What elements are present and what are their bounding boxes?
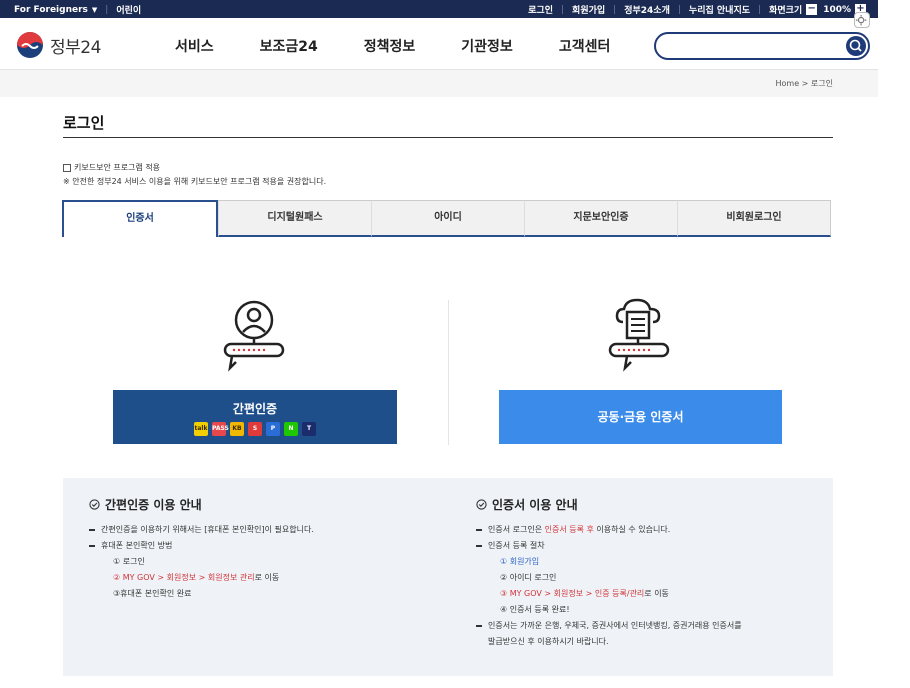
search-icon (849, 39, 862, 52)
keyboard-security-note: ※ 안전한 정부24 서비스 이용을 위해 키보드보안 프로그램 적용을 권장합… (63, 177, 327, 186)
simple-auth-label: 간편인증 (232, 402, 278, 416)
sitemap-link[interactable]: 누리집 안내지도 (689, 3, 750, 16)
guide-title-text: 인증서 이용 안내 (492, 498, 578, 512)
keyboard-security-checkbox[interactable] (63, 163, 71, 172)
toss-icon: T (302, 422, 316, 436)
keyboard-security-label: 키보드보안 프로그램 적용 (74, 163, 161, 172)
naver-icon: N (284, 422, 298, 436)
about-link[interactable]: 정부24소개 (624, 3, 670, 16)
text-part: 인증서 로그인은 (488, 525, 545, 534)
divider: | (677, 4, 681, 15)
list-item: ② 아이디 로그인 (500, 573, 557, 582)
list-item: ④ 인증서 등록 완료! (500, 605, 570, 614)
list-item: ① 로그인 (113, 557, 145, 566)
list-item: ③휴대폰 본인확인 완료 (113, 589, 192, 598)
logo-text: 정부24 (50, 37, 101, 58)
certificate-guide-title: 인증서 이용 안내 (476, 496, 578, 513)
path-suffix: 로 이동 (644, 589, 669, 598)
divider: | (105, 4, 109, 15)
page-title: 로그인 (63, 114, 105, 132)
certificate-guide-list: 인증서 로그인은 인증서 등록 후 이용하실 수 있습니다. 인증서 등록 절차… (476, 522, 826, 650)
path-highlight: ② MY GOV > 회원정보 > 회원정보 관리 (113, 573, 255, 582)
text-highlight: 인증서 등록 후 (544, 525, 594, 534)
check-circle-icon (476, 499, 487, 510)
list-item: 휴대폰 본인확인 방법 (89, 538, 429, 554)
text-part: 인증서는 가까운 은행, 우체국, 증권사에서 인터넷뱅킹, 증권거래용 인증서… (488, 621, 742, 630)
guide-panel: 간편인증 이용 안내 간편인증을 이용하기 위해서는 [휴대폰 본인확인]이 필… (63, 478, 833, 676)
simple-auth-guide-list: 간편인증을 이용하기 위해서는 [휴대폰 본인확인]이 필요합니다. 휴대폰 본… (89, 522, 429, 602)
signup-link[interactable]: 회원가입 (572, 3, 605, 16)
keyboard-security-option[interactable]: 키보드보안 프로그램 적용 (63, 162, 160, 173)
kakao-icon: talk (194, 422, 208, 436)
divider: | (561, 4, 565, 15)
tab-digital-onepass[interactable]: 디지털원패스 (218, 200, 371, 237)
title-divider (63, 137, 833, 138)
list-item: 간편인증을 이용하기 위해서는 [휴대폰 본인확인]이 필요합니다. (89, 522, 429, 538)
utility-bar: For Foreigners ▼ | 어린이 로그인 | 회원가입 | 정부24… (0, 0, 878, 18)
divider: | (758, 4, 762, 15)
zoom-value: 100% (823, 4, 851, 15)
kb-icon: KB (230, 422, 244, 436)
divider: | (613, 4, 617, 15)
screen-size-label: 화면크기 (769, 6, 803, 16)
tab-guest-login[interactable]: 비회원로그인 (677, 200, 831, 237)
nav-subsidy[interactable]: 보조금24 (260, 36, 318, 56)
simple-auth-guide-title: 간편인증 이용 안내 (89, 496, 202, 513)
cloud-certificate-icon (608, 298, 670, 372)
for-foreigners-link[interactable]: For Foreigners (14, 5, 88, 15)
settings-widget[interactable] (854, 12, 870, 28)
check-circle-icon (89, 499, 100, 510)
provider-icons: talk PASS KB S P N T (113, 422, 397, 436)
nav-institution[interactable]: 기관정보 (461, 36, 513, 56)
certificate-login-button[interactable]: 공동·금융 인증서 (499, 390, 782, 444)
nav-customer-center[interactable]: 고객센터 (559, 36, 611, 56)
site-logo[interactable]: 정부24 (16, 31, 101, 59)
gear-icon (855, 14, 867, 26)
search-input[interactable] (654, 32, 870, 60)
tab-fingerprint[interactable]: 지문보안인증 (524, 200, 677, 237)
signup-step-link[interactable]: ① 회원가입 (476, 554, 826, 570)
main-navigation: 서비스 보조금24 정책정보 기관정보 고객센터 (175, 36, 610, 56)
site-header: 정부24 서비스 보조금24 정책정보 기관정보 고객센터 (0, 18, 878, 70)
text-part: 발급받으신 후 이용하시기 바랍니다. (488, 637, 609, 646)
nav-services[interactable]: 서비스 (175, 36, 214, 56)
breadcrumb-bar: Home > 로그인 (0, 70, 878, 97)
tab-certificate[interactable]: 인증서 (62, 200, 218, 237)
list-item: 인증서는 가까운 은행, 우체국, 증권사에서 인터넷뱅킹, 증권거래용 인증서… (476, 618, 826, 650)
tab-id[interactable]: 아이디 (371, 200, 524, 237)
auth-divider (448, 300, 449, 445)
government-emblem-icon (17, 32, 43, 58)
samsung-pass-icon: S (248, 422, 262, 436)
login-link[interactable]: 로그인 (528, 3, 553, 16)
list-item: ③ MY GOV > 회원정보 > 인증 등록/관리로 이동 (476, 586, 826, 602)
breadcrumb[interactable]: Home > 로그인 (776, 78, 834, 89)
guide-title-text: 간편인증 이용 안내 (105, 498, 202, 512)
text-part: 이용하실 수 있습니다. (593, 525, 671, 534)
zoom-out-button[interactable]: − (806, 4, 818, 15)
kids-link[interactable]: 어린이 (116, 3, 141, 16)
login-tabs: 인증서 디지털원패스 아이디 지문보안인증 비회원로그인 (62, 200, 831, 237)
simple-auth-button[interactable]: 간편인증 talk PASS KB S P N T (113, 390, 397, 444)
payco-icon: P (266, 422, 280, 436)
search-button[interactable] (846, 36, 866, 56)
list-item: ② MY GOV > 회원정보 > 회원정보 관리로 이동 (89, 570, 429, 586)
simple-auth-user-icon (223, 300, 285, 372)
path-highlight: ③ MY GOV > 회원정보 > 인증 등록/관리 (500, 589, 645, 598)
pass-icon: PASS (212, 422, 229, 436)
list-item: 인증서 로그인은 인증서 등록 후 이용하실 수 있습니다. (476, 522, 826, 538)
chevron-down-icon[interactable]: ▼ (92, 6, 97, 14)
list-item: 인증서 등록 절차 (476, 538, 826, 554)
nav-policy[interactable]: 정책정보 (364, 36, 416, 56)
path-suffix: 로 이동 (254, 573, 280, 582)
